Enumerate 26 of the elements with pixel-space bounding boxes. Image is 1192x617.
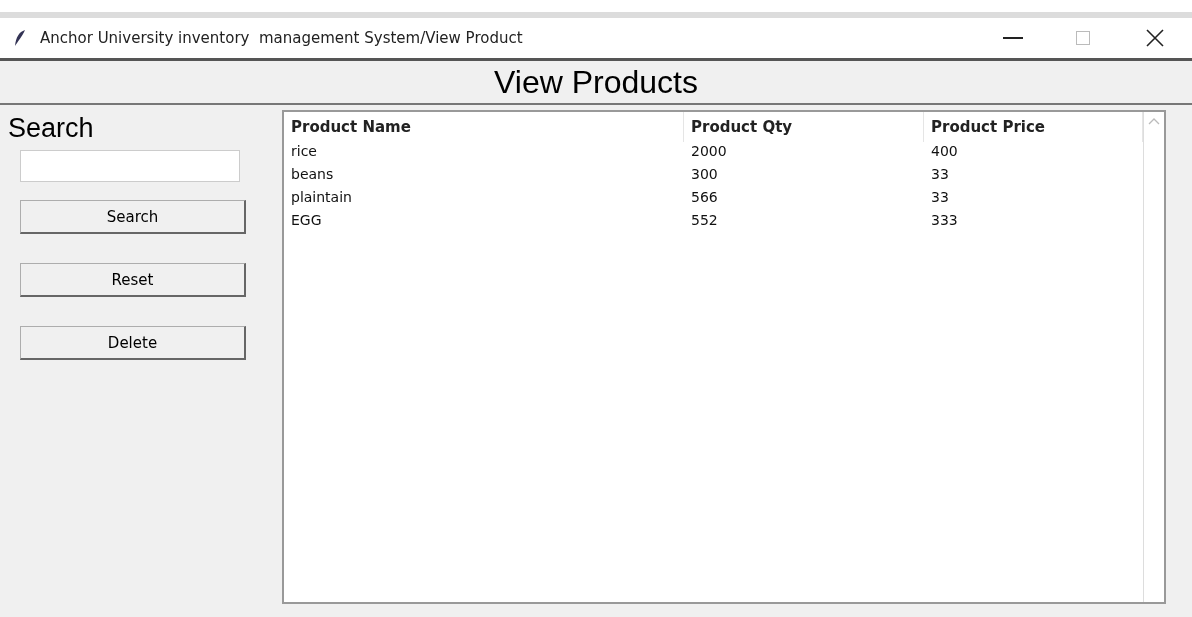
table-cell-text: 2000: [690, 142, 728, 161]
table-cell-text: 33: [930, 188, 950, 207]
window-title: Anchor University inventory management System/View Product: [40, 29, 524, 47]
table-cell-text: beans: [290, 165, 335, 184]
table-cell-text: plaintain: [290, 188, 353, 207]
table-cell-text: 300: [690, 165, 719, 184]
search-field[interactable]: [20, 150, 240, 182]
maximize-icon[interactable]: [1076, 31, 1090, 45]
minimize-icon[interactable]: [1003, 37, 1023, 39]
feather-icon: [14, 29, 26, 47]
reset-button[interactable]: Reset: [20, 263, 246, 297]
table-cell-text: rice: [290, 142, 318, 161]
search-button[interactable]: Search: [20, 200, 246, 234]
scroll-up-icon[interactable]: [1148, 118, 1160, 125]
table-cell-text: 333: [930, 211, 959, 230]
table-cell-text: 400: [930, 142, 959, 161]
delete-button[interactable]: Delete: [20, 326, 246, 360]
table-cell-text: EGG: [290, 211, 323, 230]
table-cell-text: 33: [930, 165, 950, 184]
column-header[interactable]: Product Name: [284, 112, 684, 142]
search-label: Search: [8, 113, 94, 144]
column-header[interactable]: Product Qty: [684, 112, 924, 142]
page-heading: View Products: [494, 63, 698, 101]
close-icon[interactable]: [1146, 29, 1164, 47]
table-cell-text: 552: [690, 211, 719, 230]
table-cell-text: 566: [690, 188, 719, 207]
